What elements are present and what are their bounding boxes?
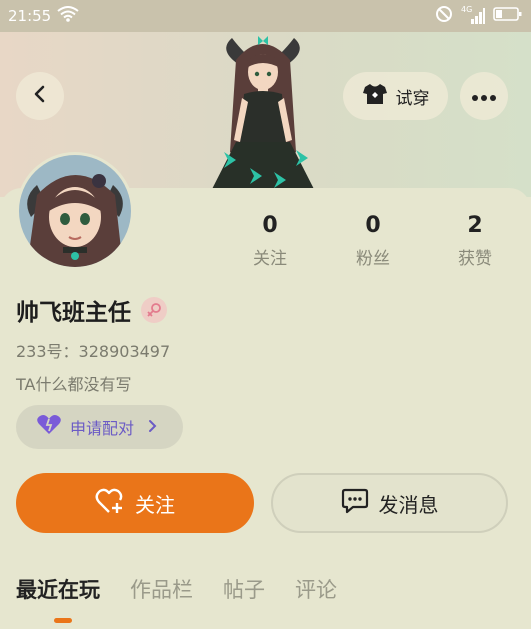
send-message-button[interactable]: 发消息 [271, 473, 508, 533]
stat-following-value: 0 [262, 213, 278, 238]
tab-works[interactable]: 作品栏 [130, 574, 193, 604]
tab-comments[interactable]: 评论 [295, 574, 337, 604]
user-bio: TA什么都没有写 [16, 375, 132, 394]
status-right: 4G [435, 5, 523, 27]
apply-pair-label: 申请配对 [70, 419, 135, 438]
stat-likes-label: 获赞 [458, 249, 492, 269]
stat-followers-label: 粉丝 [356, 249, 390, 269]
follow-label: 关注 [135, 492, 175, 517]
do-not-disturb-icon [435, 5, 453, 27]
user-id: 233号：328903497 [16, 342, 171, 361]
profile-stats: 0 关注 0 粉丝 2 获赞 [220, 212, 530, 272]
active-tab-indicator [54, 618, 72, 623]
tab-posts[interactable]: 帖子 [223, 574, 265, 604]
username: 帅飞班主任 [16, 300, 131, 326]
battery-icon [493, 6, 523, 26]
stat-followers-value: 0 [365, 213, 381, 238]
wifi-icon [57, 6, 79, 26]
profile-tabs: 最近在玩 作品栏 帖子 评论 [16, 574, 337, 604]
stat-followers[interactable]: 0 粉丝 [333, 212, 413, 269]
female-gender-icon [141, 297, 167, 323]
status-bar: 21:55 4G [0, 0, 531, 32]
try-on-label: 试穿 [395, 88, 430, 109]
more-options-button[interactable] [460, 72, 508, 120]
heart-icon [36, 414, 62, 440]
follow-button[interactable]: 关注 [16, 473, 254, 533]
tab-recently-played[interactable]: 最近在玩 [16, 574, 100, 604]
avatar[interactable] [16, 152, 134, 270]
chat-bubble-icon [341, 488, 369, 519]
status-left: 21:55 [8, 6, 79, 26]
avatar-3d-figure [208, 36, 318, 197]
status-time: 21:55 [8, 7, 52, 25]
chevron-left-icon [30, 84, 50, 108]
stat-likes[interactable]: 2 获赞 [435, 212, 515, 269]
avatar-image [19, 155, 131, 267]
send-message-label: 发消息 [378, 492, 439, 517]
try-on-button[interactable]: 试穿 [343, 72, 448, 120]
shirt-icon [362, 82, 388, 111]
chevron-right-icon [148, 418, 158, 437]
stat-likes-value: 2 [467, 213, 483, 238]
apply-pair-button[interactable]: 申请配对 [16, 405, 183, 449]
signal-icon: 4G [461, 5, 485, 25]
back-button[interactable] [16, 72, 64, 120]
username-row: 帅飞班主任 [16, 293, 167, 327]
stat-following[interactable]: 0 关注 [230, 212, 310, 269]
stat-following-label: 关注 [253, 249, 287, 269]
heart-add-icon [95, 488, 125, 519]
more-dots-icon [471, 87, 497, 106]
